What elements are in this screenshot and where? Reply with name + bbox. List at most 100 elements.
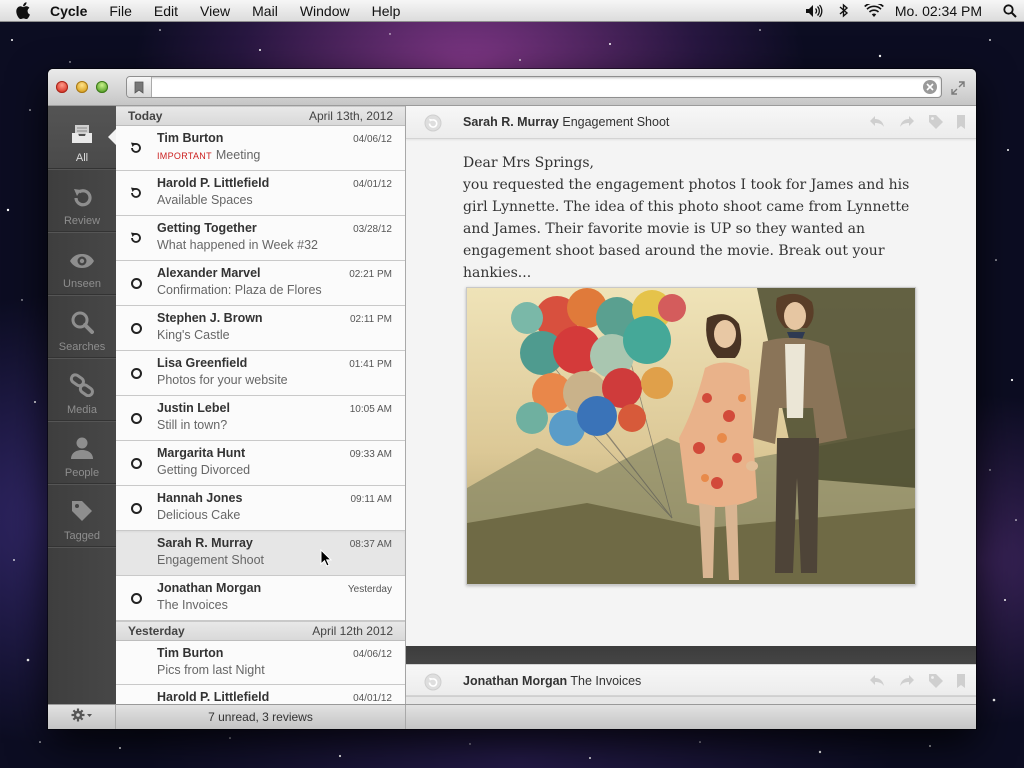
unread-circle-icon[interactable]	[129, 366, 143, 380]
section-title: Today	[128, 109, 163, 123]
message-row[interactable]: Jonathan Morgan The Invoices Yesterday	[116, 576, 405, 621]
message-row[interactable]: Getting Together What happened in Week #…	[116, 216, 405, 261]
apple-menu-icon[interactable]	[0, 2, 46, 19]
zoom-window-button[interactable]	[96, 81, 108, 93]
inbox-tray-icon	[70, 123, 94, 148]
message-row[interactable]: Tim Burton IMPORTANT Meeting 04/06/12	[116, 126, 405, 171]
search-input[interactable]	[157, 79, 907, 95]
message-body: Dear Mrs Springs, you requested the enga…	[463, 152, 933, 284]
bookmark-icon[interactable]	[127, 77, 152, 97]
message-row[interactable]: Alexander Marvel Confirmation: Plaza de …	[116, 261, 405, 306]
message-subject: IMPORTANT Meeting	[157, 148, 260, 162]
reading-pane: Sarah R. Murray Engagement Shoot Dear Mr…	[406, 106, 976, 704]
message-time: 10:05 AM	[349, 404, 392, 415]
message-from: Jonathan Morgan The Invoices	[463, 674, 641, 688]
fullscreen-icon[interactable]	[950, 80, 966, 101]
message-row[interactable]: Tim Burton Pics from last Night 04/06/12	[116, 641, 405, 685]
unread-circle-icon[interactable]	[129, 276, 143, 290]
message-subject: Pics from last Night	[157, 663, 265, 677]
message-time: 04/06/12	[353, 649, 392, 660]
message-sender: Harold P. Littlefield	[157, 690, 270, 704]
unread-circle-icon[interactable]	[129, 501, 143, 515]
sidebar-item-people[interactable]: People	[48, 421, 116, 484]
message-greeting: Dear Mrs Springs,	[463, 155, 594, 171]
message-row[interactable]: Lisa Greenfield Photos for your website …	[116, 351, 405, 396]
review-arrow-icon[interactable]	[129, 231, 143, 245]
message-row[interactable]: Harold P. Littlefield 04/01/12	[116, 685, 405, 704]
message-row[interactable]: Hannah Jones Delicious Cake 09:11 AM	[116, 486, 405, 531]
bluetooth-icon[interactable]	[829, 3, 859, 18]
message-sender: Sarah R. Murray	[157, 536, 253, 550]
message-subject: King's Castle	[157, 328, 230, 342]
bookmark-icon[interactable]	[956, 673, 966, 694]
message-sender: Jonathan Morgan	[157, 581, 262, 595]
wifi-icon[interactable]	[859, 3, 889, 18]
menu-file[interactable]: File	[98, 3, 143, 19]
sidebar-label-media: Media	[67, 404, 97, 416]
message-row[interactable]: Justin Lebel Still in town? 10:05 AM	[116, 396, 405, 441]
sidebar-label-tagged: Tagged	[63, 530, 101, 542]
message-actions	[868, 114, 966, 135]
sidebar-item-all[interactable]: All	[48, 106, 117, 169]
sidebar-item-tagged[interactable]: Tagged	[48, 484, 116, 547]
message-header: Sarah R. Murray Engagement Shoot	[406, 106, 976, 139]
message-subject: Getting Divorced	[157, 463, 251, 477]
message-subject: Engagement Shoot	[157, 553, 265, 567]
message-sender: Lisa Greenfield	[157, 356, 248, 370]
person-icon	[70, 436, 94, 463]
message-row[interactable]: Harold P. Littlefield Available Spaces 0…	[116, 171, 405, 216]
spotlight-icon[interactable]	[996, 3, 1024, 18]
sidebar-item-review[interactable]: Review	[48, 169, 116, 232]
menu-app-name[interactable]: Cycle	[46, 3, 98, 19]
message-list: Today April 13th, 2012 Tim Burton IMPORT…	[116, 106, 406, 704]
review-toggle-icon[interactable]	[424, 673, 442, 696]
menu-view[interactable]: View	[189, 3, 241, 19]
review-arrow-icon[interactable]	[129, 141, 143, 155]
volume-icon[interactable]	[799, 4, 829, 18]
menu-window[interactable]: Window	[289, 3, 361, 19]
unread-circle-icon[interactable]	[129, 321, 143, 335]
message-row[interactable]: Margarita Hunt Getting Divorced 09:33 AM	[116, 441, 405, 486]
sidebar-item-media[interactable]: Media	[48, 358, 116, 421]
cycle-window: All Review Unseen Searches Media People …	[48, 69, 976, 729]
important-tag: IMPORTANT	[157, 151, 212, 161]
clear-search-icon[interactable]	[922, 79, 938, 100]
message-sender: Getting Together	[157, 221, 257, 235]
section-title: Yesterday	[128, 624, 185, 638]
message-row-selected[interactable]: Sarah R. Murray Engagement Shoot 08:37 A…	[116, 531, 405, 576]
header-subject: The Invoices	[570, 674, 642, 688]
message-row[interactable]: Stephen J. Brown King's Castle 02:11 PM	[116, 306, 405, 351]
minimize-window-button[interactable]	[76, 81, 88, 93]
review-toggle-icon[interactable]	[424, 114, 442, 137]
sidebar-label-people: People	[64, 467, 100, 479]
reply-icon[interactable]	[868, 673, 886, 694]
menu-edit[interactable]: Edit	[143, 3, 189, 19]
close-window-button[interactable]	[56, 81, 68, 93]
menu-mail[interactable]: Mail	[241, 3, 289, 19]
tag-icon[interactable]	[928, 673, 944, 694]
header-sender: Sarah R. Murray	[463, 115, 559, 129]
tag-icon[interactable]	[928, 114, 944, 135]
sidebar-item-searches[interactable]: Searches	[48, 295, 116, 358]
review-arrow-icon[interactable]	[129, 186, 143, 200]
reply-icon[interactable]	[868, 114, 886, 135]
next-message-header[interactable]: Jonathan Morgan The Invoices	[406, 664, 976, 696]
menubar-clock[interactable]: Mo. 02:34 PM	[889, 3, 996, 19]
unread-count: 7 unread, 3 reviews	[116, 705, 406, 729]
sidebar-item-unseen[interactable]: Unseen	[48, 232, 116, 295]
bookmark-icon[interactable]	[956, 114, 966, 135]
sidebar: All Review Unseen Searches Media People …	[48, 106, 117, 704]
reader-footer	[406, 696, 976, 704]
menu-help[interactable]: Help	[361, 3, 412, 19]
unread-circle-icon[interactable]	[129, 591, 143, 605]
message-subject: Confirmation: Plaza de Flores	[157, 283, 322, 297]
message-time: 08:37 AM	[349, 539, 392, 550]
sidebar-label-searches: Searches	[58, 341, 106, 353]
eye-icon	[69, 251, 95, 274]
unread-circle-icon[interactable]	[129, 411, 143, 425]
forward-icon[interactable]	[898, 114, 916, 135]
settings-gear-button[interactable]	[48, 705, 116, 729]
forward-icon[interactable]	[898, 673, 916, 694]
unread-circle-icon[interactable]	[129, 456, 143, 470]
message-time: 04/01/12	[353, 179, 392, 190]
